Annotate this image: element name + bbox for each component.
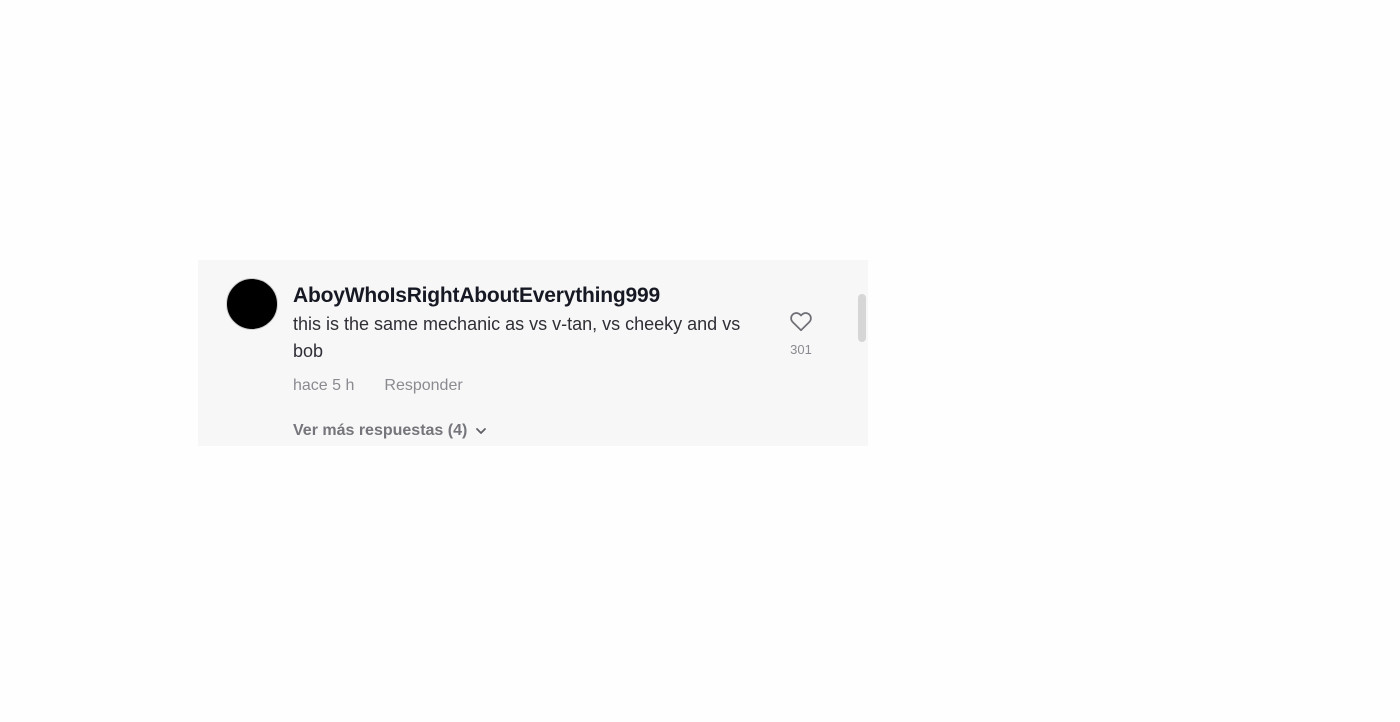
- view-more-replies-button[interactable]: Ver más respuestas (4): [293, 420, 487, 442]
- comment-body: AboyWhoIsRightAboutEverything999 this is…: [293, 282, 763, 397]
- comment-text: this is the same mechanic as vs v-tan, v…: [293, 314, 741, 361]
- heart-outline-icon[interactable]: [788, 308, 814, 334]
- like-count: 301: [790, 342, 812, 357]
- comment-meta-row: hace 5 h Responder: [293, 375, 763, 397]
- comment-panel: AboyWhoIsRightAboutEverything999 this is…: [198, 260, 868, 446]
- scrollbar-thumb[interactable]: [858, 294, 866, 342]
- comment-username[interactable]: AboyWhoIsRightAboutEverything999: [293, 282, 763, 310]
- comment-timestamp: hace 5 h: [293, 377, 355, 394]
- reply-button[interactable]: Responder: [384, 375, 462, 397]
- avatar[interactable]: [226, 278, 278, 330]
- page: AboyWhoIsRightAboutEverything999 this is…: [0, 0, 1400, 722]
- view-more-replies-label: Ver más respuestas (4): [293, 422, 468, 439]
- like-area: 301: [786, 308, 816, 358]
- chevron-down-icon: [475, 425, 487, 437]
